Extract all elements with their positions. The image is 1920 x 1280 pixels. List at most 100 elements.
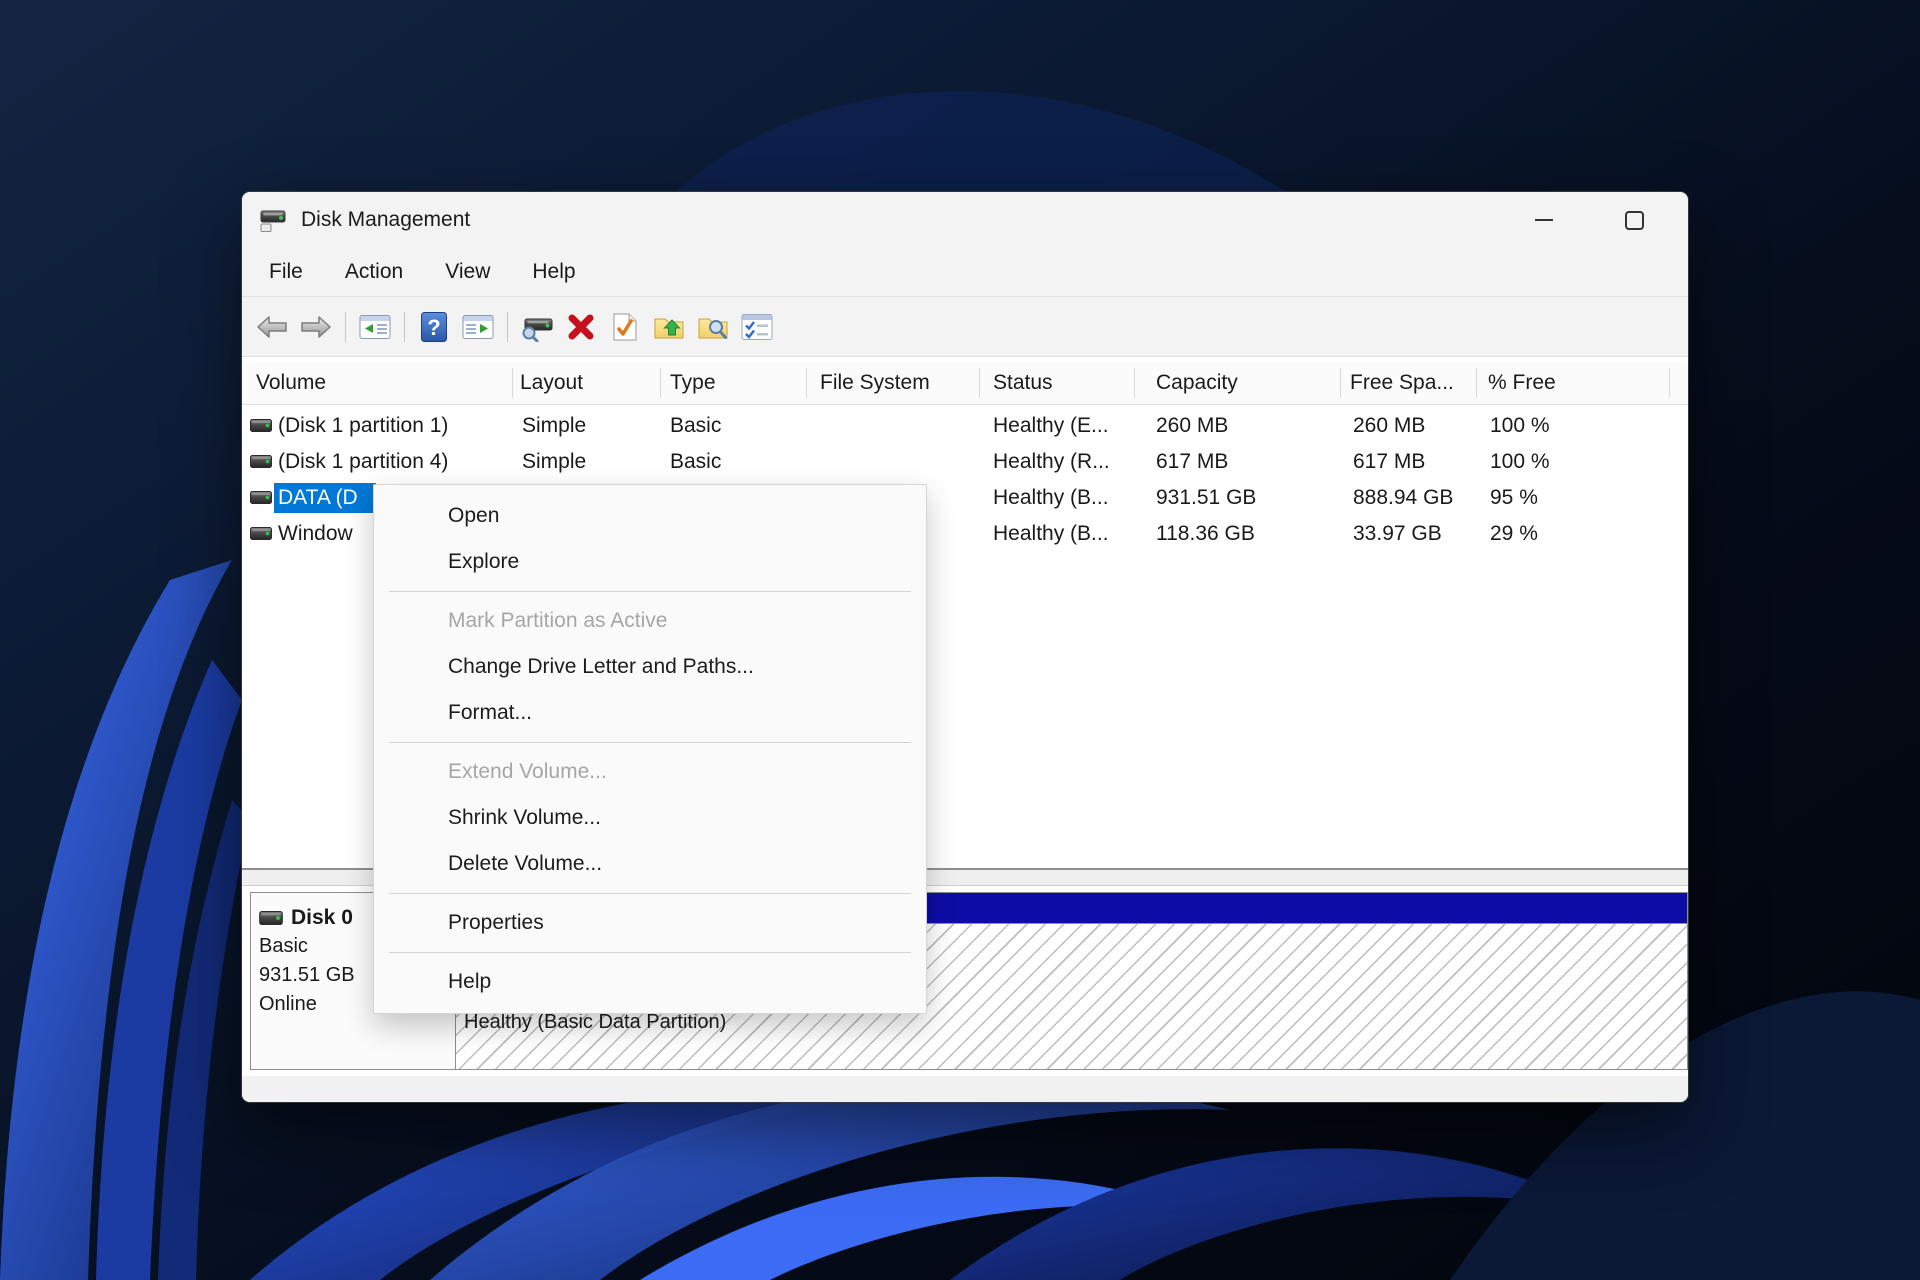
forward-button[interactable] — [294, 305, 338, 349]
col-pct-free[interactable]: % Free — [1488, 371, 1556, 395]
menu-separator — [389, 893, 911, 894]
cell-pct-free: 100 % — [1490, 414, 1550, 437]
open-folder-icon — [654, 318, 684, 338]
column-divider[interactable] — [1340, 368, 1341, 398]
disk-drive-icon — [250, 527, 272, 540]
cell-status: Healthy (R... — [993, 450, 1110, 473]
menu-separator — [389, 742, 911, 743]
mark-partition-active-icon — [613, 313, 637, 340]
cell-pct-free: 29 % — [1490, 522, 1538, 545]
menu-item-format[interactable]: Format... — [374, 690, 926, 736]
volume-list-header[interactable]: Volume Layout Type File System Status Ca… — [242, 362, 1688, 405]
show-action-pane-button[interactable] — [456, 305, 500, 349]
help-icon: ? — [421, 311, 447, 342]
delete-volume-icon — [568, 314, 594, 339]
cell-layout: Simple — [522, 450, 587, 473]
toolbar-separator — [404, 311, 405, 342]
column-divider[interactable] — [512, 368, 513, 398]
explore-folder-icon — [698, 318, 728, 339]
col-status[interactable]: Status — [993, 371, 1053, 395]
checklist-icon — [741, 313, 773, 340]
cell-status: Healthy (B... — [993, 522, 1109, 545]
table-row[interactable]: (Disk 1 partition 1) Simple Basic Health… — [242, 408, 1688, 444]
cell-capacity: 617 MB — [1156, 450, 1229, 473]
menu-separator — [389, 952, 911, 953]
open-volume-button[interactable] — [647, 305, 691, 349]
back-icon — [257, 315, 287, 338]
window-title: Disk Management — [301, 208, 471, 231]
disk-drive-icon — [250, 491, 272, 504]
minimize-button[interactable] — [1514, 200, 1574, 240]
col-free-space[interactable]: Free Spa... — [1350, 371, 1454, 395]
menu-file[interactable]: File — [248, 248, 324, 296]
maximize-icon — [1624, 210, 1644, 230]
column-divider[interactable] — [979, 368, 980, 398]
cell-status: Healthy (B... — [993, 486, 1109, 509]
menu-item-explore[interactable]: Explore — [374, 539, 926, 585]
rescan-disks-icon — [522, 318, 553, 342]
table-row[interactable]: (Disk 1 partition 4) Simple Basic Health… — [242, 444, 1688, 480]
cell-pct-free: 95 % — [1490, 486, 1538, 509]
column-divider[interactable] — [806, 368, 807, 398]
menu-bar: File Action View Help — [242, 248, 1688, 297]
cell-type: Basic — [670, 414, 722, 437]
forward-icon — [301, 315, 331, 338]
menu-item-mark-partition-active: Mark Partition as Active — [448, 609, 668, 632]
help-button[interactable]: ? — [412, 305, 456, 349]
cell-pct-free: 100 % — [1490, 450, 1550, 473]
explore-volume-button[interactable] — [691, 305, 735, 349]
menu-action[interactable]: Action — [324, 248, 424, 296]
cell-free-space: 617 MB — [1353, 450, 1426, 473]
cell-status: Healthy (E... — [993, 414, 1109, 437]
cell-volume: (Disk 1 partition 4) — [278, 450, 449, 473]
col-layout[interactable]: Layout — [520, 371, 583, 395]
disk-drive-icon — [250, 455, 272, 468]
col-file-system[interactable]: File System — [820, 371, 930, 395]
show-console-tree-icon — [359, 314, 391, 339]
delete-volume-button[interactable] — [559, 305, 603, 349]
menu-item-shrink-volume[interactable]: Shrink Volume... — [374, 795, 926, 841]
col-capacity[interactable]: Capacity — [1156, 371, 1238, 395]
cell-volume: (Disk 1 partition 1) — [278, 414, 449, 437]
titlebar[interactable]: Disk Management — [242, 192, 1688, 248]
disk-drive-icon — [250, 419, 272, 432]
menu-item-extend-volume: Extend Volume... — [448, 760, 607, 783]
column-divider[interactable] — [1476, 368, 1477, 398]
cell-capacity: 118.36 GB — [1156, 522, 1255, 545]
cell-free-space: 260 MB — [1353, 414, 1426, 437]
menu-item-help[interactable]: Help — [374, 959, 926, 1005]
mark-partition-active-button[interactable] — [603, 305, 647, 349]
cell-capacity: 260 MB — [1156, 414, 1229, 437]
menu-item-open[interactable]: Open — [374, 493, 926, 539]
partition-status-label: Healthy (Basic Data Partition) — [464, 1011, 727, 1033]
cell-volume: DATA (D — [278, 486, 358, 509]
disk-drive-icon — [258, 207, 288, 234]
menu-view[interactable]: View — [424, 248, 511, 296]
cell-free-space: 888.94 GB — [1353, 486, 1454, 509]
col-type[interactable]: Type — [670, 371, 716, 395]
properties-list-button[interactable] — [735, 305, 779, 349]
col-volume[interactable]: Volume — [256, 371, 326, 395]
svg-text:?: ? — [427, 315, 440, 340]
volume-context-menu: Open Explore Mark Partition as Active Ch… — [373, 484, 927, 1014]
menu-item-properties[interactable]: Properties — [374, 900, 926, 946]
cell-layout: Simple — [522, 414, 587, 437]
toolbar-separator — [507, 311, 508, 342]
cell-capacity: 931.51 GB — [1156, 486, 1257, 509]
disk-name: Disk 0 — [291, 906, 353, 929]
rescan-disks-button[interactable] — [515, 305, 559, 349]
menu-item-delete-volume[interactable]: Delete Volume... — [374, 841, 926, 887]
menu-help[interactable]: Help — [511, 248, 596, 296]
back-button[interactable] — [250, 305, 294, 349]
minimize-icon — [1535, 219, 1553, 221]
menu-separator — [389, 591, 911, 592]
column-divider[interactable] — [660, 368, 661, 398]
column-divider[interactable] — [1669, 368, 1670, 398]
column-divider[interactable] — [1134, 368, 1135, 398]
window-bottom-margin — [242, 1076, 1688, 1102]
disk-drive-icon — [259, 910, 283, 925]
menu-item-change-drive-letter[interactable]: Change Drive Letter and Paths... — [374, 644, 926, 690]
show-console-tree-button[interactable] — [353, 305, 397, 349]
desktop: Disk Management File Action View Help ? … — [0, 0, 1920, 1280]
maximize-button[interactable] — [1604, 200, 1664, 240]
